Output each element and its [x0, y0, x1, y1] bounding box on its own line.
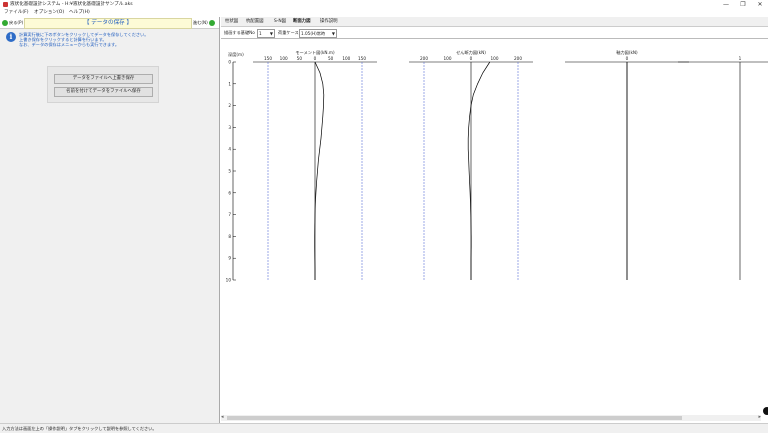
- force-curve: [314, 61, 325, 280]
- depth-tick-label: 4: [228, 147, 231, 152]
- horizontal-scrollbar[interactable]: ◂ ▸: [221, 414, 761, 421]
- scroll-right-icon[interactable]: ▸: [758, 414, 761, 420]
- panel-tick-label: 0: [314, 56, 317, 61]
- back-arrow-icon: [2, 20, 8, 26]
- panel-tick-label: 100: [491, 56, 499, 61]
- info-icon: i: [6, 32, 16, 42]
- panel-tick-label: 100: [444, 56, 452, 61]
- depth-tick-label: 9: [228, 256, 231, 261]
- close-button[interactable]: ✕: [753, 0, 767, 9]
- section-force-chart: 深度(m)012345678910モーメント図(kN.m)150 100 50 0 50…: [226, 49, 768, 283]
- window-title: 液状化基礎設計システム - H:¥液状化基礎設計サンプル.aks: [10, 2, 133, 7]
- depth-tick-label: 1: [228, 81, 231, 86]
- panel-tick-label: 0: [626, 56, 629, 61]
- depth-tick-label: 6: [228, 190, 231, 195]
- menu-options[interactable]: オプション(O): [34, 10, 64, 16]
- force-curve: [467, 61, 491, 280]
- maximize-button[interactable]: ❐: [736, 0, 750, 9]
- help-bubble-icon[interactable]: [763, 407, 768, 415]
- save-action-group: データをファイルへ上書き保存 名前を付けてデータをファイルへ保存: [47, 66, 159, 103]
- depth-axis-label: 深度(m): [228, 51, 244, 58]
- panel-tick-label: 150: [358, 56, 366, 61]
- status-text: 入力方法は画面左上の「操作説明」タブをクリックして説明を参照してください。: [2, 426, 157, 431]
- back-label: 戻る(P): [9, 20, 24, 25]
- next-label: 進む(N): [193, 20, 208, 25]
- panel-title: せん断力図(kN): [456, 49, 486, 56]
- overwrite-save-button[interactable]: データをファイルへ上書き保存: [54, 74, 153, 84]
- panel-tick-label: 0: [470, 56, 473, 61]
- app-icon: [3, 2, 8, 7]
- depth-tick-label: 2: [228, 103, 231, 108]
- depth-tick-label: 7: [228, 212, 231, 217]
- menu-file[interactable]: ファイル(F): [4, 10, 29, 16]
- depth-tick-label: 5: [228, 169, 231, 174]
- step-header: 【 データの保存 】: [24, 18, 192, 29]
- panel-tick-label: 50: [297, 56, 303, 61]
- depth-tick-label: 3: [228, 125, 231, 130]
- save-as-button[interactable]: 名前を付けてデータをファイルへ保存: [54, 87, 153, 97]
- panel-tick-label: 200: [514, 56, 522, 61]
- minimize-button[interactable]: —: [719, 0, 733, 9]
- panel-tick-label: 1: [739, 56, 742, 61]
- left-header: 戻る(P) 【 データの保存 】 進む(N): [0, 17, 219, 29]
- scroll-thumb[interactable]: [227, 416, 682, 420]
- menu-help[interactable]: ヘルプ(H): [69, 10, 90, 16]
- panel-title: 軸力図(kN): [616, 49, 638, 56]
- scroll-left-icon[interactable]: ◂: [221, 414, 224, 420]
- depth-tick-label: 0: [228, 60, 231, 65]
- panel-tick-label: 200: [420, 56, 428, 61]
- right-panel: 柱状図 杭配置図 S-N図 断面力図 操作説明 描画する基礎No 1 ▼ 荷重ケー…: [221, 17, 768, 423]
- depth-tick-label: 8: [228, 234, 231, 239]
- panel-tick-label: 100: [342, 56, 350, 61]
- panel-tick-label: 150: [264, 56, 272, 61]
- depth-tick-label: 10: [226, 278, 232, 283]
- next-arrow-icon: [208, 20, 215, 26]
- back-button[interactable]: 戻る(P): [1, 18, 23, 27]
- panel-tick-label: 50: [328, 56, 334, 61]
- instruction-line: なお、データの保存はメニューからも実行できます。: [19, 42, 120, 47]
- panel-tick-label: 100: [280, 56, 288, 61]
- left-panel: 戻る(P) 【 データの保存 】 進む(N) i 計算実行後に下のボタンをクリッ…: [0, 17, 220, 423]
- menu-bar: ファイル(F) オプション(O) ヘルプ(H): [0, 9, 768, 17]
- next-button[interactable]: 進む(N): [193, 18, 216, 27]
